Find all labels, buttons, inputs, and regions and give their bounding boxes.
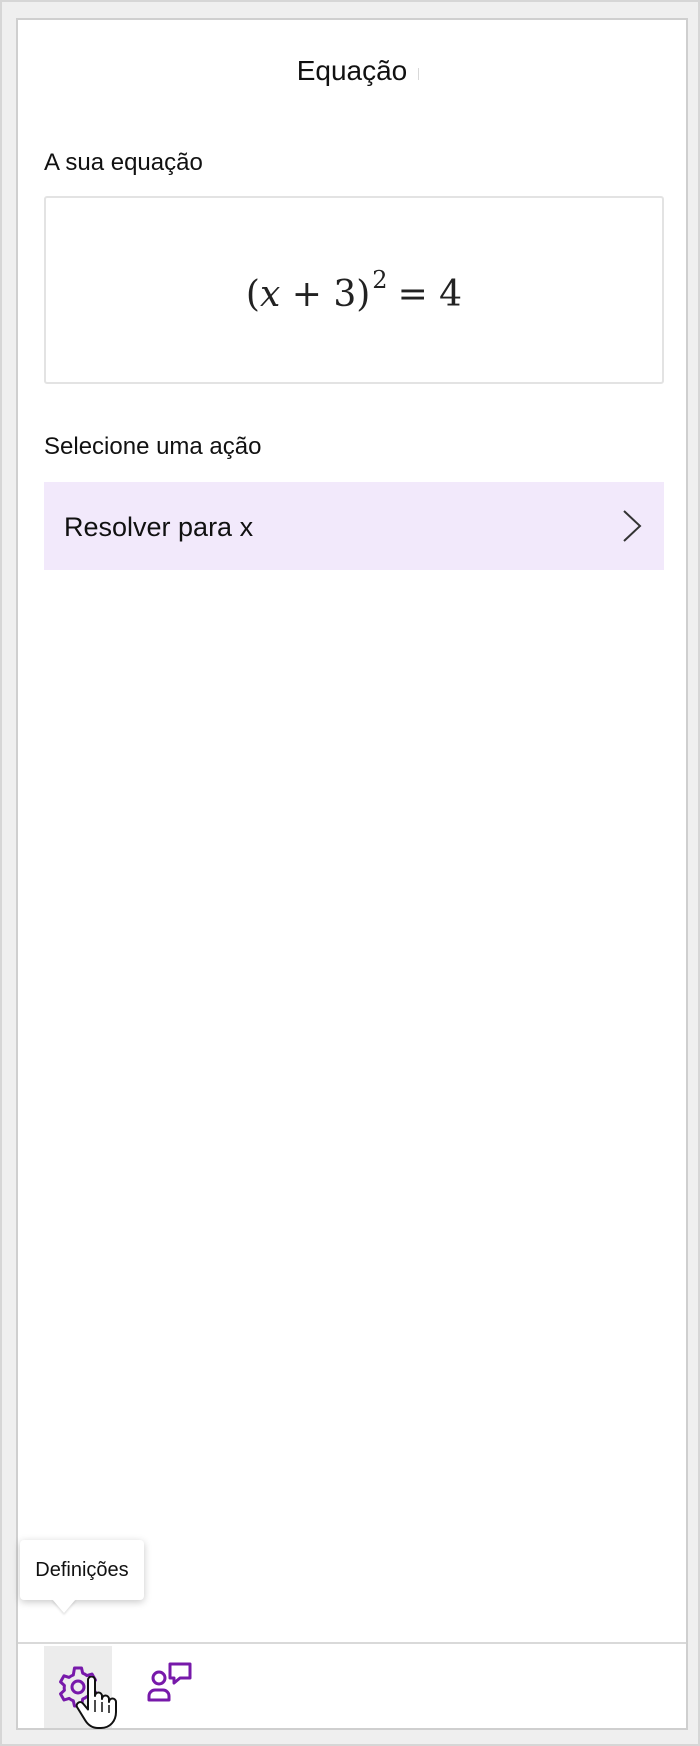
equation-rhs: = 4 xyxy=(397,273,463,315)
pane-title: Equação xyxy=(296,55,408,86)
feedback-icon xyxy=(147,1662,192,1702)
hand-cursor-icon xyxy=(75,1676,117,1729)
equation-box: (x + 3)2 = 4 xyxy=(44,196,664,384)
settings-tooltip: Definições xyxy=(20,1540,144,1600)
equation-exponent: 2 xyxy=(372,265,388,294)
feedback-button[interactable] xyxy=(142,1652,198,1712)
title-caret xyxy=(418,68,419,80)
tooltip-arrow xyxy=(52,1599,76,1613)
footer-divider xyxy=(18,1642,686,1644)
equation-display: (x + 3)2 = 4 xyxy=(246,266,462,315)
math-pane: Equação A sua equação (x + 3)2 = 4 Seleci… xyxy=(16,18,688,1730)
action-section-label: Selecione uma ação xyxy=(44,433,262,460)
equation-close-paren: ) xyxy=(356,273,371,315)
chevron-right-icon xyxy=(623,510,642,542)
equation-section-label: A sua equação xyxy=(44,149,203,176)
equation-plus-term: + 3 xyxy=(280,273,357,315)
solve-for-x-action[interactable]: Resolver para x xyxy=(44,482,664,570)
equation-open-paren: ( xyxy=(245,273,260,315)
equation-variable: x xyxy=(259,273,281,315)
action-label: Resolver para x xyxy=(64,512,254,542)
app-frame: Equação A sua equação (x + 3)2 = 4 Seleci… xyxy=(0,0,700,1746)
